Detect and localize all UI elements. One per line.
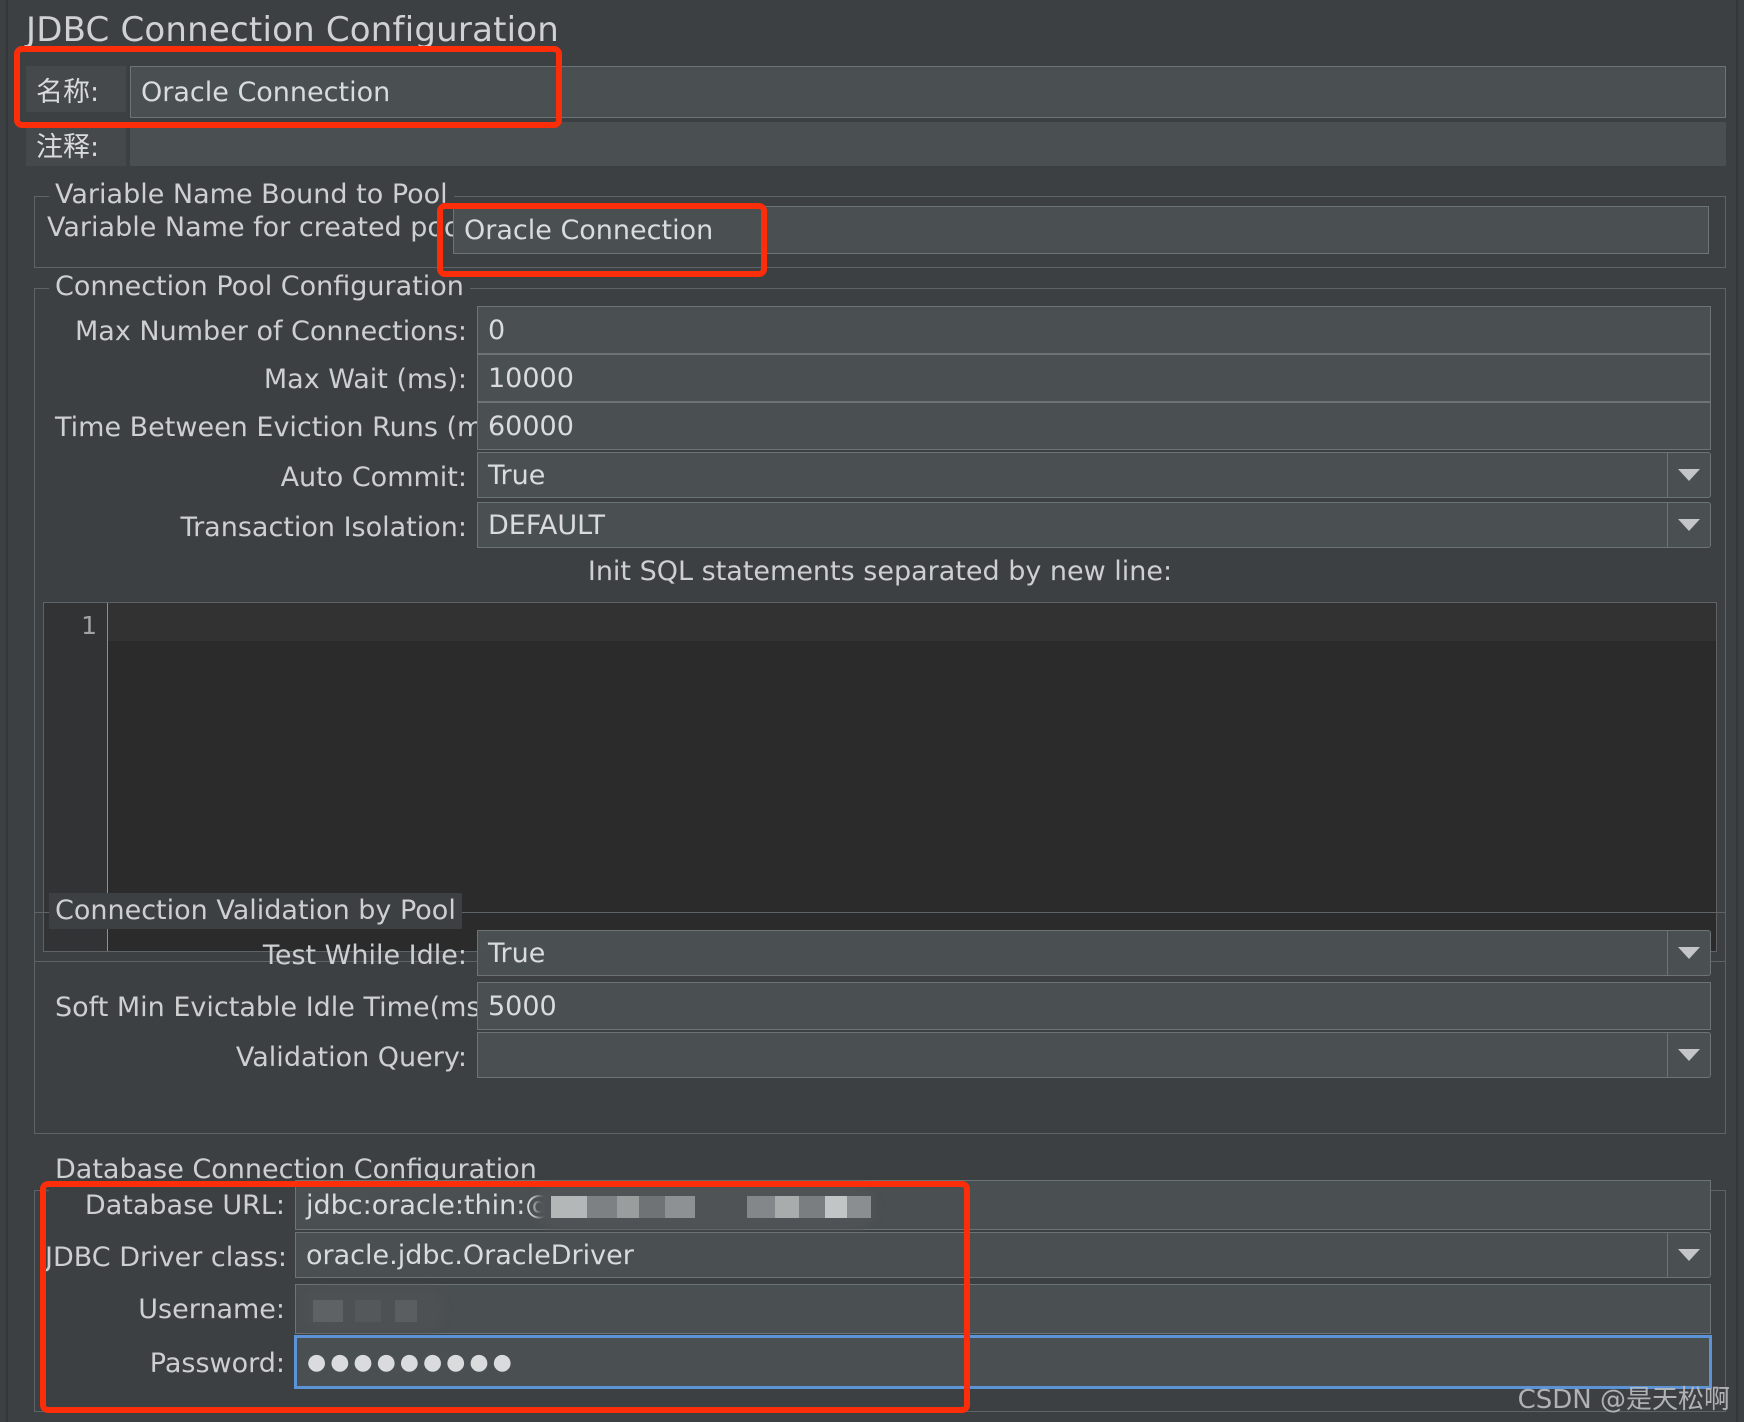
variable-name-group: Variable Name Bound to Pool Variable Nam… — [34, 177, 1726, 268]
connection-pool-group: Connection Pool Configuration Max Number… — [34, 269, 1726, 962]
validation-query-label: Validation Query: — [235, 1042, 467, 1073]
eviction-runs-label: Time Between Eviction Runs (ms): — [55, 412, 518, 443]
watermark: CSDN @是天松啊 — [1517, 1385, 1730, 1415]
chevron-down-icon[interactable] — [1667, 1232, 1711, 1278]
validation-query-select[interactable] — [477, 1032, 1711, 1078]
pool-row: Max Wait (ms): 10000 — [35, 354, 1725, 402]
max-connections-input[interactable]: 0 — [477, 306, 1711, 354]
init-sql-label: Init SQL statements separated by new lin… — [587, 556, 1173, 587]
database-row: Database URL: jdbc:oracle:thin:@ — [35, 1180, 1725, 1230]
pool-group-border-left-seg — [35, 288, 49, 289]
auto-commit-select[interactable]: True — [477, 452, 1711, 498]
soft-min-evictable-input[interactable]: 5000 — [477, 982, 1711, 1030]
test-while-idle-select[interactable]: True — [477, 930, 1711, 976]
database-row: Password: ●●●●●●●●● — [35, 1336, 1725, 1388]
variable-name-group-title: Variable Name Bound to Pool — [49, 177, 454, 213]
database-url-value: jdbc:oracle:thin:@ — [306, 1189, 553, 1221]
comment-input[interactable] — [130, 122, 1726, 166]
validation-row: Soft Min Evictable Idle Time(ms): 5000 — [35, 982, 1725, 1030]
connection-validation-group: Connection Validation by Pool Test While… — [34, 893, 1726, 1134]
validation-row: Validation Query: — [35, 1032, 1725, 1082]
name-row: 名称: Oracle Connection — [26, 66, 1726, 118]
jdbc-driver-class-value: oracle.jdbc.OracleDriver — [295, 1232, 1667, 1278]
soft-min-evictable-label: Soft Min Evictable Idle Time(ms): — [55, 992, 501, 1023]
max-wait-input[interactable]: 10000 — [477, 354, 1711, 402]
max-connections-label: Max Number of Connections: — [75, 316, 467, 347]
page-title: JDBC Connection Configuration — [26, 10, 560, 50]
validation-query-value — [477, 1032, 1667, 1078]
pool-variable-label: Variable Name for created pool — [47, 212, 468, 243]
password-label: Password: — [149, 1348, 285, 1379]
name-input[interactable]: Oracle Connection — [130, 66, 1726, 118]
eviction-runs-input[interactable]: 60000 — [477, 402, 1711, 450]
jdbc-driver-class-select[interactable]: oracle.jdbc.OracleDriver — [295, 1232, 1711, 1278]
username-input[interactable] — [295, 1284, 1711, 1334]
transaction-isolation-label: Transaction Isolation: — [180, 512, 467, 543]
database-url-label: Database URL: — [84, 1190, 285, 1221]
database-row: Username: — [35, 1284, 1725, 1334]
auto-commit-label: Auto Commit: — [280, 462, 467, 493]
pool-row: Max Number of Connections: 0 — [35, 306, 1725, 354]
username-label: Username: — [138, 1294, 285, 1325]
group-border-right-seg — [419, 196, 1725, 197]
password-input[interactable]: ●●●●●●●●● — [295, 1336, 1711, 1388]
chevron-down-icon[interactable] — [1667, 502, 1711, 548]
comment-label: 注释: — [36, 131, 100, 163]
window-left-edge — [6, 0, 8, 1422]
connection-pool-group-title: Connection Pool Configuration — [49, 269, 470, 305]
chevron-down-icon[interactable] — [1667, 1032, 1711, 1078]
connection-validation-group-title: Connection Validation by Pool — [49, 893, 462, 929]
chevron-down-icon[interactable] — [1667, 452, 1711, 498]
jdbc-driver-class-label: JDBC Driver class: — [45, 1242, 288, 1273]
validation-row: Test While Idle: True — [35, 930, 1725, 980]
comment-row: 注释: — [26, 122, 1726, 166]
pool-row: Transaction Isolation: DEFAULT — [35, 502, 1725, 550]
group-border-left-seg — [35, 196, 49, 197]
auto-commit-value: True — [477, 452, 1667, 498]
transaction-isolation-value: DEFAULT — [477, 502, 1667, 548]
max-wait-label: Max Wait (ms): — [263, 364, 467, 395]
name-label: 名称: — [36, 76, 100, 108]
database-connection-group: Database Connection Configuration Databa… — [34, 1152, 1726, 1412]
validation-group-border-right-seg — [445, 912, 1725, 913]
pool-row: Auto Commit: True — [35, 452, 1725, 500]
name-label-cell: 名称: — [26, 66, 126, 112]
test-while-idle-label: Test While Idle: — [262, 940, 467, 971]
database-row: JDBC Driver class: oracle.jdbc.OracleDri… — [35, 1232, 1725, 1282]
database-url-input[interactable]: jdbc:oracle:thin:@ — [295, 1180, 1711, 1230]
pool-group-border-right-seg — [435, 288, 1725, 289]
test-while-idle-value: True — [477, 930, 1667, 976]
validation-group-border-left-seg — [35, 912, 49, 913]
transaction-isolation-select[interactable]: DEFAULT — [477, 502, 1711, 548]
window-right-edge — [1736, 0, 1738, 1422]
pool-row: Time Between Eviction Runs (ms): 60000 — [35, 402, 1725, 450]
pool-variable-input[interactable]: Oracle Connection — [453, 206, 1709, 254]
editor-caret-line — [108, 603, 1716, 641]
chevron-down-icon[interactable] — [1667, 930, 1711, 976]
comment-label-cell: 注释: — [26, 122, 126, 166]
